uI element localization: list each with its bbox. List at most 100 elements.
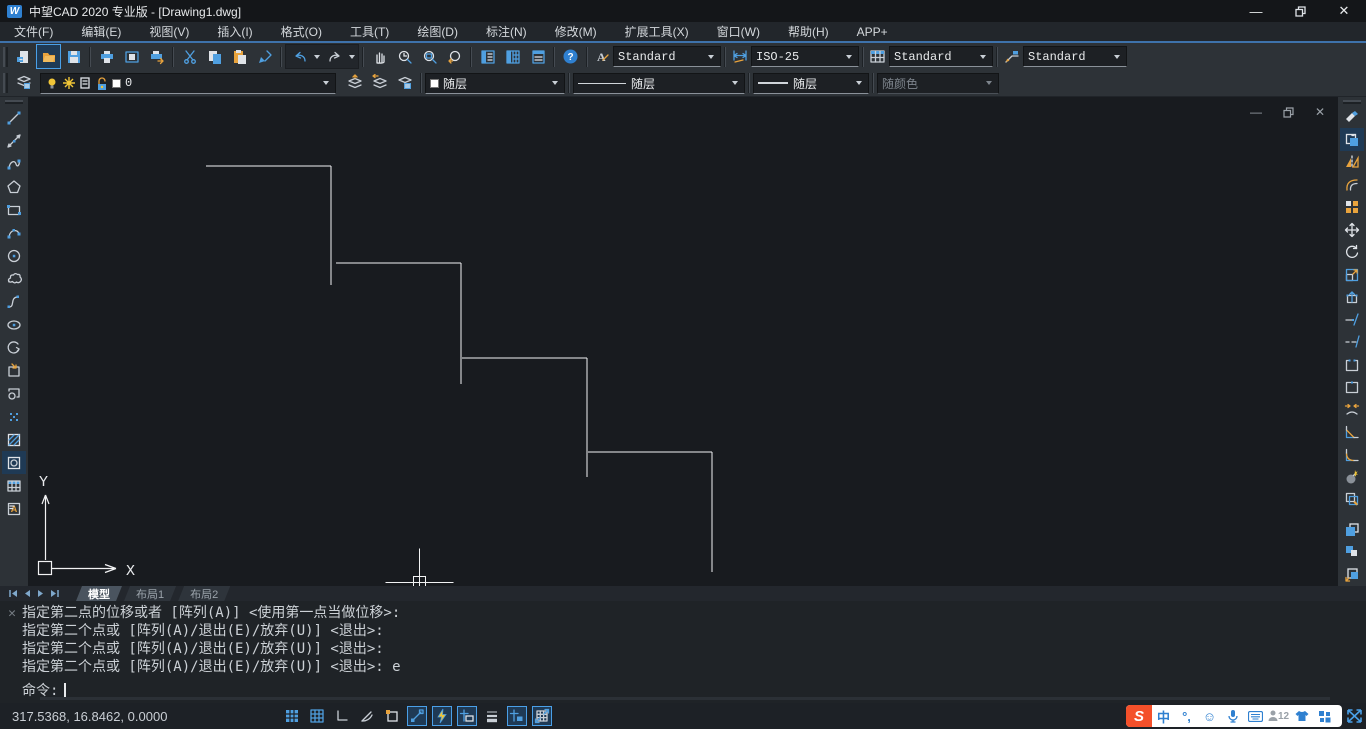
scale-button[interactable] xyxy=(1340,263,1364,285)
mdi-minimize-button[interactable]: — xyxy=(1248,105,1264,119)
ime-punctuation-button[interactable]: °, xyxy=(1175,705,1198,727)
toolbar-grip[interactable] xyxy=(3,47,8,67)
ortho-toggle[interactable] xyxy=(332,706,352,726)
osnap-toggle[interactable] xyxy=(407,706,427,726)
quick-properties-toggle[interactable] xyxy=(532,706,552,726)
spline-button[interactable] xyxy=(2,290,26,313)
tab-layout2[interactable]: 布局2 xyxy=(178,586,230,601)
revision-cloud-button[interactable] xyxy=(2,267,26,290)
redo-button[interactable] xyxy=(322,44,347,69)
copy-button[interactable] xyxy=(1340,128,1364,150)
menu-insert[interactable]: 插入(I) xyxy=(203,22,266,41)
linetype-combo[interactable]: 随层 xyxy=(573,73,745,94)
zoom-window-button[interactable] xyxy=(417,44,442,69)
break-button[interactable] xyxy=(1340,353,1364,375)
save-button[interactable] xyxy=(61,44,86,69)
command-splitter[interactable] xyxy=(40,697,1330,700)
first-tab-button[interactable] xyxy=(6,587,20,600)
text-style-combo[interactable]: Standard xyxy=(613,46,721,67)
rotate-button[interactable] xyxy=(1340,241,1364,263)
command-close-icon[interactable]: ✕ xyxy=(5,606,19,620)
mdi-close-button[interactable]: ✕ xyxy=(1312,105,1328,119)
construction-line-button[interactable] xyxy=(2,129,26,152)
ellipse-arc-button[interactable] xyxy=(2,336,26,359)
explode-button[interactable] xyxy=(1340,466,1364,488)
mtext-button[interactable]: A xyxy=(2,497,26,520)
prev-tab-button[interactable] xyxy=(20,587,34,600)
toolbar-grip[interactable] xyxy=(1343,100,1361,104)
grid-toggle[interactable] xyxy=(307,706,327,726)
make-block-button[interactable] xyxy=(2,382,26,405)
offset-button[interactable] xyxy=(1340,173,1364,195)
cut-button[interactable] xyxy=(177,44,202,69)
lineweight-combo[interactable]: 随层 xyxy=(753,73,869,94)
redo-dropdown[interactable] xyxy=(349,55,355,59)
dyn-toggle[interactable] xyxy=(507,706,527,726)
otrack-toggle[interactable] xyxy=(432,706,452,726)
ducs-toggle[interactable] xyxy=(457,706,477,726)
undo-button[interactable] xyxy=(287,44,312,69)
design-center-button[interactable] xyxy=(500,44,525,69)
new-button[interactable] xyxy=(11,44,36,69)
table-style-combo[interactable]: Standard xyxy=(889,46,993,67)
mirror-button[interactable] xyxy=(1340,151,1364,173)
zoom-realtime-button[interactable] xyxy=(392,44,417,69)
tab-layout1[interactable]: 布局1 xyxy=(124,586,176,601)
menu-window[interactable]: 窗口(W) xyxy=(703,22,774,41)
lineweight-toggle[interactable] xyxy=(482,706,502,726)
menu-help[interactable]: 帮助(H) xyxy=(774,22,843,41)
bring-to-front-button[interactable] xyxy=(1340,519,1364,541)
menu-edit[interactable]: 编辑(E) xyxy=(67,22,135,41)
drawing-canvas[interactable]: Y X — ✕ xyxy=(28,97,1338,586)
erase-button[interactable] xyxy=(1340,106,1364,128)
table-button[interactable] xyxy=(2,474,26,497)
join-button[interactable] xyxy=(1340,398,1364,420)
insert-block-button[interactable] xyxy=(2,359,26,382)
layer-manager-button[interactable] xyxy=(11,71,36,96)
fillet-button[interactable] xyxy=(1340,443,1364,465)
tab-model[interactable]: 模型 xyxy=(76,586,122,601)
ime-skin-button[interactable]: 12 xyxy=(1267,705,1290,727)
minimize-button[interactable]: — xyxy=(1234,0,1278,22)
layer-states-button[interactable] xyxy=(392,71,417,96)
layer-previous-button[interactable] xyxy=(367,71,392,96)
hatch-button[interactable] xyxy=(2,428,26,451)
move-button[interactable] xyxy=(1340,218,1364,240)
menu-draw[interactable]: 绘图(D) xyxy=(403,22,472,41)
properties-button[interactable] xyxy=(475,44,500,69)
mdi-restore-button[interactable] xyxy=(1280,105,1296,119)
trim-button[interactable] xyxy=(1340,308,1364,330)
layer-combo[interactable]: 0 xyxy=(40,73,336,94)
rectangle-button[interactable] xyxy=(2,198,26,221)
menu-tools[interactable]: 工具(T) xyxy=(336,22,403,41)
menu-modify[interactable]: 修改(M) xyxy=(541,22,611,41)
toolbar-grip[interactable] xyxy=(5,100,23,104)
block-edit-button[interactable] xyxy=(1340,488,1364,510)
publish-button[interactable] xyxy=(144,44,169,69)
menu-app-plus[interactable]: APP+ xyxy=(843,22,902,41)
next-tab-button[interactable] xyxy=(34,587,48,600)
line-button[interactable] xyxy=(2,106,26,129)
plot-preview-button[interactable] xyxy=(119,44,144,69)
esnap-toggle[interactable] xyxy=(382,706,402,726)
menu-file[interactable]: 文件(F) xyxy=(0,22,67,41)
plot-button[interactable] xyxy=(94,44,119,69)
close-button[interactable]: ✕ xyxy=(1322,0,1366,22)
ime-keyboard-button[interactable] xyxy=(1244,705,1267,727)
region-button[interactable] xyxy=(2,451,26,474)
open-button[interactable] xyxy=(36,44,61,69)
array-button[interactable] xyxy=(1340,196,1364,218)
fullscreen-toggle[interactable] xyxy=(1345,707,1364,725)
menu-view[interactable]: 视图(V) xyxy=(135,22,203,41)
copy-clip-button[interactable] xyxy=(202,44,227,69)
help-button[interactable]: ? xyxy=(558,44,583,69)
ime-toolbox-button[interactable] xyxy=(1313,705,1336,727)
pan-button[interactable] xyxy=(367,44,392,69)
ime-emoji-button[interactable]: ☺ xyxy=(1198,705,1221,727)
make-layer-current-button[interactable] xyxy=(342,71,367,96)
draw-order-button[interactable] xyxy=(1340,563,1364,585)
break-at-point-button[interactable] xyxy=(1340,376,1364,398)
mleader-style-combo[interactable]: Standard xyxy=(1023,46,1127,67)
snap-toggle[interactable] xyxy=(282,706,302,726)
tool-palettes-button[interactable] xyxy=(525,44,550,69)
